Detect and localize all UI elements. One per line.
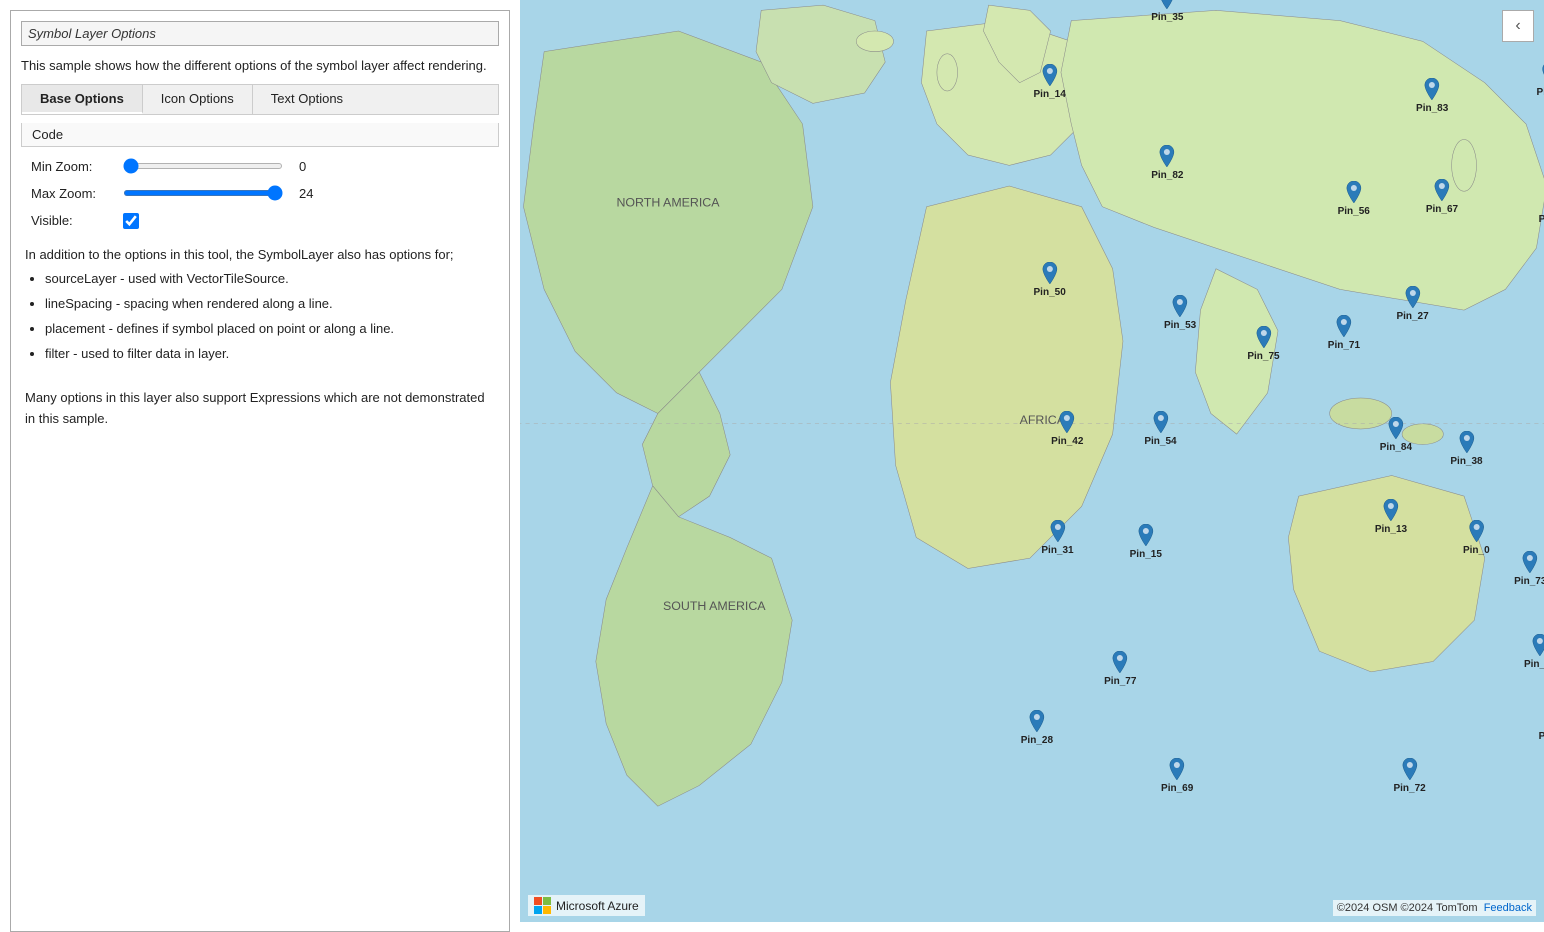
panel-title: Symbol Layer Options	[21, 21, 499, 46]
tab-base-options[interactable]: Base Options	[22, 85, 143, 114]
ms-sq-green	[543, 897, 551, 905]
map-back-button[interactable]: ‹	[1502, 10, 1534, 42]
max-zoom-row: Max Zoom: 24	[31, 186, 495, 201]
info-section: In addition to the options in this tool,…	[21, 241, 499, 373]
azure-logo: Microsoft Azure	[528, 895, 645, 916]
visible-label: Visible:	[31, 213, 111, 228]
visible-checkbox[interactable]	[123, 213, 139, 229]
svg-text:NORTH AMERICA: NORTH AMERICA	[616, 196, 720, 210]
attribution-text: ©2024 OSM ©2024 TomTom	[1337, 902, 1478, 914]
ms-sq-blue	[534, 906, 542, 914]
info-heading: In addition to the options in this tool,…	[25, 245, 495, 266]
azure-label: Microsoft Azure	[556, 899, 639, 913]
map-attribution: ©2024 OSM ©2024 TomTom Feedback	[1333, 900, 1536, 916]
options-section: Min Zoom: 0 Max Zoom: 24 Visible:	[21, 155, 499, 233]
feedback-link[interactable]: Feedback	[1484, 902, 1532, 914]
tab-icon-options[interactable]: Icon Options	[143, 85, 253, 114]
map-svg: NORTH AMERICA SOUTH AMERICA AFRICA	[520, 0, 1544, 922]
svg-text:SOUTH AMERICA: SOUTH AMERICA	[663, 599, 766, 613]
info-item-0: sourceLayer - used with VectorTileSource…	[45, 269, 495, 290]
extra-info: Many options in this layer also support …	[21, 384, 499, 434]
microsoft-logo-squares	[534, 897, 551, 914]
visible-row: Visible:	[31, 213, 495, 229]
svg-text:AFRICA: AFRICA	[1020, 413, 1066, 427]
min-zoom-label: Min Zoom:	[31, 159, 111, 174]
panel-description: This sample shows how the different opti…	[21, 56, 499, 76]
max-zoom-slider[interactable]	[123, 190, 283, 196]
code-tab[interactable]: Code	[21, 123, 499, 147]
info-item-3: filter - used to filter data in layer.	[45, 344, 495, 365]
min-zoom-slider[interactable]	[123, 163, 283, 169]
info-item-1: lineSpacing - spacing when rendered alon…	[45, 294, 495, 315]
map-container[interactable]: NORTH AMERICA SOUTH AMERICA AFRICA Pin_3…	[520, 0, 1544, 922]
ms-sq-red	[534, 897, 542, 905]
info-list: sourceLayer - used with VectorTileSource…	[45, 269, 495, 364]
tabs-bar: Base Options Icon Options Text Options	[21, 84, 499, 115]
min-zoom-row: Min Zoom: 0	[31, 159, 495, 174]
max-zoom-label: Max Zoom:	[31, 186, 111, 201]
ms-sq-yellow	[543, 906, 551, 914]
symbol-layer-options-panel: Symbol Layer Options This sample shows h…	[10, 10, 510, 932]
min-zoom-value: 0	[299, 159, 306, 174]
tab-text-options[interactable]: Text Options	[253, 85, 361, 114]
info-item-2: placement - defines if symbol placed on …	[45, 319, 495, 340]
max-zoom-value: 24	[299, 186, 313, 201]
